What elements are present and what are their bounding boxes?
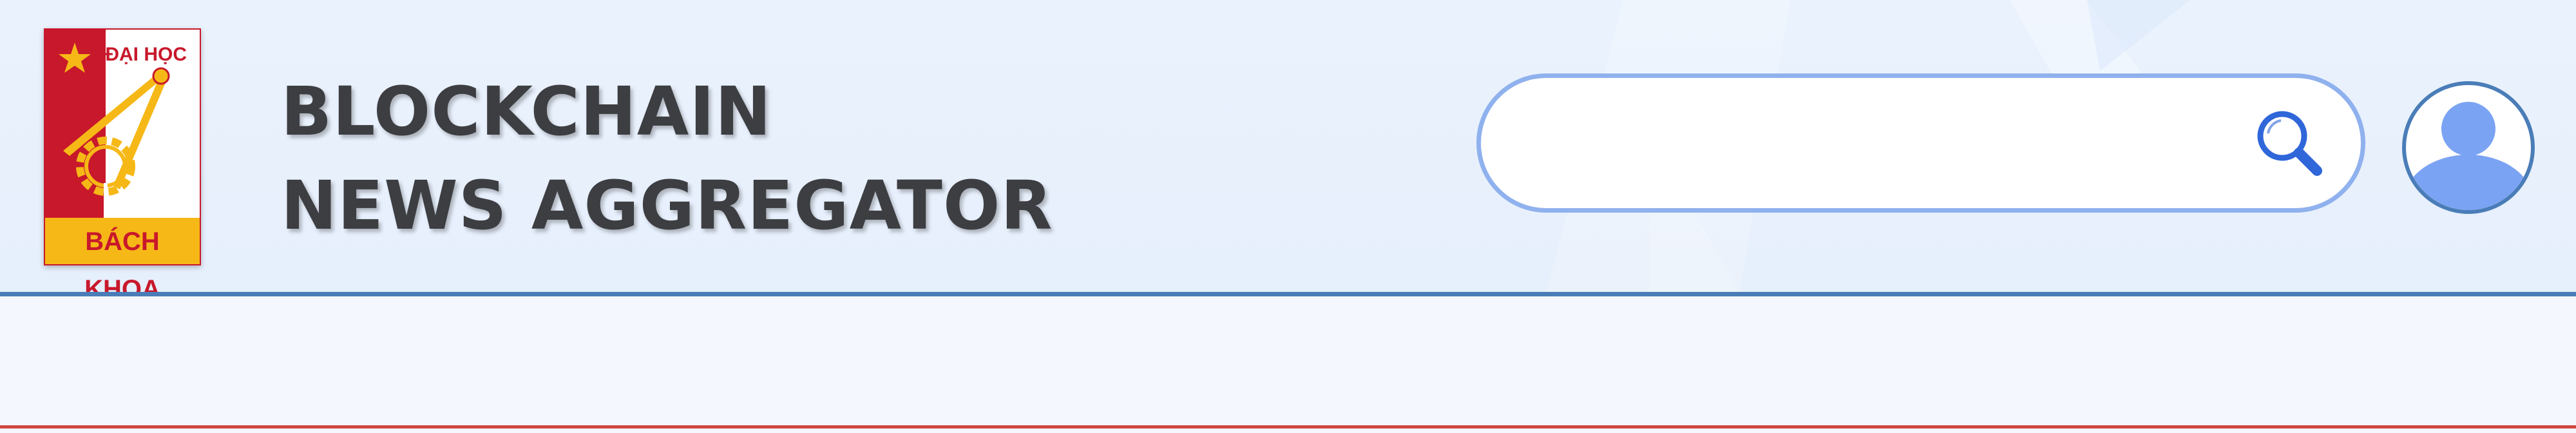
user-avatar-button[interactable] (2402, 81, 2535, 214)
search-bar (1476, 73, 2365, 213)
header: ĐẠI HỌC BÁCH KHOA BLOCKCHAIN NEWS AGGREG… (0, 0, 2576, 293)
logo-top-text: ĐẠI HỌC (105, 44, 187, 65)
page: ĐẠI HỌC BÁCH KHOA BLOCKCHAIN NEWS AGGREG… (0, 0, 2576, 433)
header-divider (0, 292, 2576, 296)
site-title[interactable]: BLOCKCHAIN NEWS AGGREGATOR (281, 64, 1053, 253)
user-avatar-icon (2406, 102, 2531, 210)
site-title-line-2: NEWS AGGREGATOR (281, 166, 1053, 245)
logo-bottom-text: BÁCH KHOA (84, 227, 160, 293)
site-title-line-1: BLOCKCHAIN (281, 72, 772, 151)
university-logo[interactable]: ĐẠI HỌC BÁCH KHOA (44, 28, 201, 293)
content-area-lower (0, 428, 2576, 433)
search-input[interactable] (1532, 104, 2218, 182)
search-icon[interactable] (2254, 108, 2325, 178)
content-area (0, 296, 2576, 425)
